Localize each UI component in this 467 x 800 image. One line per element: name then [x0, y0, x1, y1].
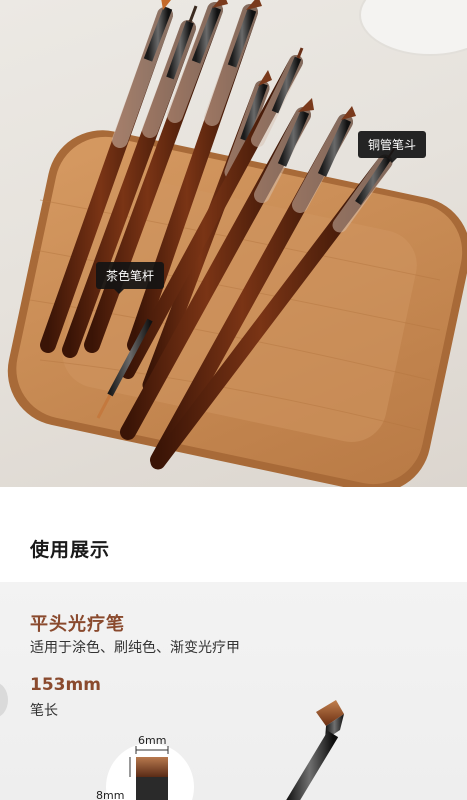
section-title: 使用展示 — [30, 539, 111, 561]
usage-demo-panel: 平头光疗笔 适用于涂色、刷纯色、渐变光疗甲 153mm 笔长 6mm 8mm — [0, 582, 467, 800]
handle-tag: 茶色笔杆 — [96, 262, 165, 294]
height-dimension: 8mm — [96, 789, 125, 800]
product-photo: 铜管笔斗 茶色笔杆 — [0, 0, 467, 487]
flat-brush-illustration — [0, 683, 344, 800]
ferrule-tag: 铜管笔斗 — [358, 131, 427, 163]
brush-set-illustration — [7, 0, 467, 487]
width-dimension: 6mm — [138, 734, 167, 747]
